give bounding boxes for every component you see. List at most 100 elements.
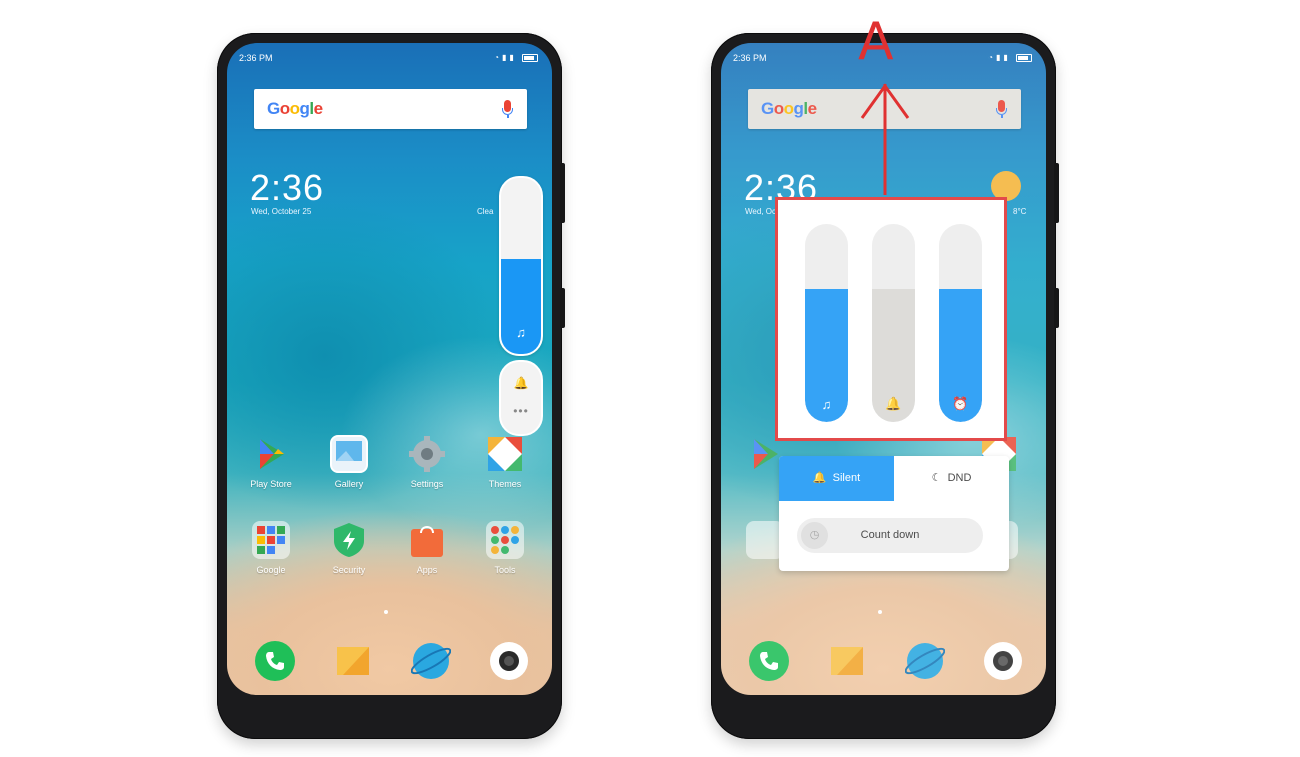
alarm-clock-icon: ⏰ — [952, 396, 969, 411]
themes-icon — [486, 435, 524, 473]
alarm-volume-slider[interactable]: ⏰ — [939, 224, 982, 422]
annotation-arrow-icon — [860, 83, 910, 195]
bell-icon: 🔔 — [885, 396, 902, 411]
status-icons: ◔▮▮ — [988, 53, 1032, 62]
clock-date: Wed, October 25 — [251, 207, 312, 216]
phone-icon — [749, 641, 789, 681]
mic-icon[interactable] — [996, 100, 1007, 118]
volume-panel-highlight: ♫ 🔔 ⏰ — [775, 197, 1007, 441]
play-store-icon — [252, 435, 290, 473]
dnd-mode-button[interactable]: ☾ DND — [894, 456, 1009, 501]
tools-folder-icon — [980, 521, 1018, 559]
wifi-icon: ◔ — [494, 53, 502, 62]
silent-mode-button[interactable]: 🔔 Silent — [779, 456, 894, 501]
settings-icon — [408, 435, 446, 473]
signal-icon: ▮▮ — [501, 53, 517, 62]
ringer-volume-slider[interactable]: 🔔 — [872, 224, 915, 422]
weather-sun-icon — [991, 171, 1021, 201]
weather-label: Clea — [477, 207, 494, 216]
themes-icon — [980, 435, 1018, 473]
security-icon — [330, 521, 368, 559]
app-settings[interactable]: Settings — [401, 435, 453, 489]
page-indicator — [384, 610, 388, 614]
clock-date: Wed, October 25 — [745, 207, 806, 216]
google-folder-icon — [252, 521, 290, 559]
weather-temp: 8°C — [1013, 207, 1027, 216]
volume-extra-controls: 🔔 ••• — [499, 360, 543, 436]
dock-camera[interactable] — [489, 641, 529, 681]
camera-icon — [490, 642, 528, 680]
sound-mode-panel: 🔔 Silent ☾ DND ◷ Count down — [779, 456, 1009, 571]
more-options-icon[interactable]: ••• — [501, 404, 541, 418]
clock-time: 2:36 — [250, 167, 325, 208]
dock-phone[interactable] — [255, 641, 295, 681]
media-volume-slider[interactable]: ♫ — [499, 176, 543, 356]
wifi-icon: ◔ — [988, 53, 996, 62]
app-row-2: Google Security Apps Tools — [245, 521, 535, 583]
status-time: 2:36 PM — [239, 53, 273, 63]
camera-icon — [984, 642, 1022, 680]
play-store-icon — [746, 435, 784, 473]
page-indicator — [878, 610, 882, 614]
volume-rocker — [560, 163, 565, 223]
bell-icon[interactable]: 🔔 — [501, 376, 541, 390]
app-themes[interactable] — [973, 435, 1025, 473]
music-note-icon: ♫ — [821, 397, 832, 412]
tools-folder-icon — [486, 521, 524, 559]
moon-icon: ☾ — [931, 472, 942, 484]
volume-rocker — [1054, 163, 1059, 223]
signal-icon: ▮▮ — [995, 53, 1011, 62]
battery-icon — [1016, 53, 1032, 62]
app-gallery[interactable]: Gallery — [323, 435, 375, 489]
music-note-icon: ♫ — [516, 325, 526, 340]
apps-icon — [408, 521, 446, 559]
status-icons: ◔▮▮ — [494, 53, 538, 62]
app-security[interactable]: Security — [323, 521, 375, 575]
screen-left: 2:36 PM ◔▮▮ Google 2:36 Wed, October 25 … — [227, 43, 552, 695]
countdown-label: Count down — [860, 529, 920, 541]
status-time: 2:36 PM — [733, 53, 767, 63]
gallery-icon — [330, 435, 368, 473]
phone-left: 2:36 PM ◔▮▮ Google 2:36 Wed, October 25 … — [217, 33, 565, 739]
dock-browser[interactable] — [904, 641, 946, 681]
dnd-label: DND — [947, 472, 972, 484]
phone-icon — [255, 641, 295, 681]
app-play-store[interactable]: Play Store — [245, 435, 297, 489]
power-button — [560, 288, 565, 328]
browser-icon — [410, 643, 452, 679]
google-folder-icon — [746, 521, 784, 559]
google-logo: Google — [267, 99, 323, 118]
alarm-volume-fill — [939, 289, 982, 422]
dock-phone[interactable] — [749, 641, 789, 681]
media-volume-fill — [805, 289, 848, 422]
ringer-volume-fill — [872, 289, 915, 422]
messages-icon — [831, 647, 863, 675]
annotation-letter-a: A — [858, 12, 894, 72]
google-search-bar[interactable]: Google — [254, 89, 527, 129]
clock-icon[interactable]: ◷ — [801, 522, 828, 549]
app-tools-folder[interactable]: Tools — [479, 521, 531, 575]
app-play-store[interactable] — [739, 435, 791, 473]
clock-time: 2:36 — [744, 167, 819, 208]
countdown-slider[interactable]: ◷ Count down — [797, 518, 983, 553]
browser-icon — [904, 643, 946, 679]
mic-icon[interactable] — [502, 100, 513, 118]
media-volume-slider[interactable]: ♫ — [805, 224, 848, 422]
dock-messages[interactable] — [333, 641, 373, 681]
dock-messages[interactable] — [827, 641, 867, 681]
bell-icon: 🔔 — [812, 472, 827, 484]
app-row-1 — [739, 435, 1029, 497]
messages-icon — [337, 647, 369, 675]
app-apps[interactable]: Apps — [401, 521, 453, 575]
app-tools-folder[interactable] — [973, 521, 1025, 559]
google-logo: Google — [761, 99, 817, 118]
app-row-2 — [739, 521, 1029, 583]
silent-label: Silent — [832, 472, 861, 484]
app-google-folder[interactable] — [739, 521, 791, 559]
app-google-folder[interactable]: Google — [245, 521, 297, 575]
power-button — [1054, 288, 1059, 328]
app-themes[interactable]: Themes — [479, 435, 531, 489]
dock-browser[interactable] — [410, 641, 452, 681]
app-row-1: Play Store Gallery Settings Themes — [245, 435, 535, 497]
dock-camera[interactable] — [983, 641, 1023, 681]
